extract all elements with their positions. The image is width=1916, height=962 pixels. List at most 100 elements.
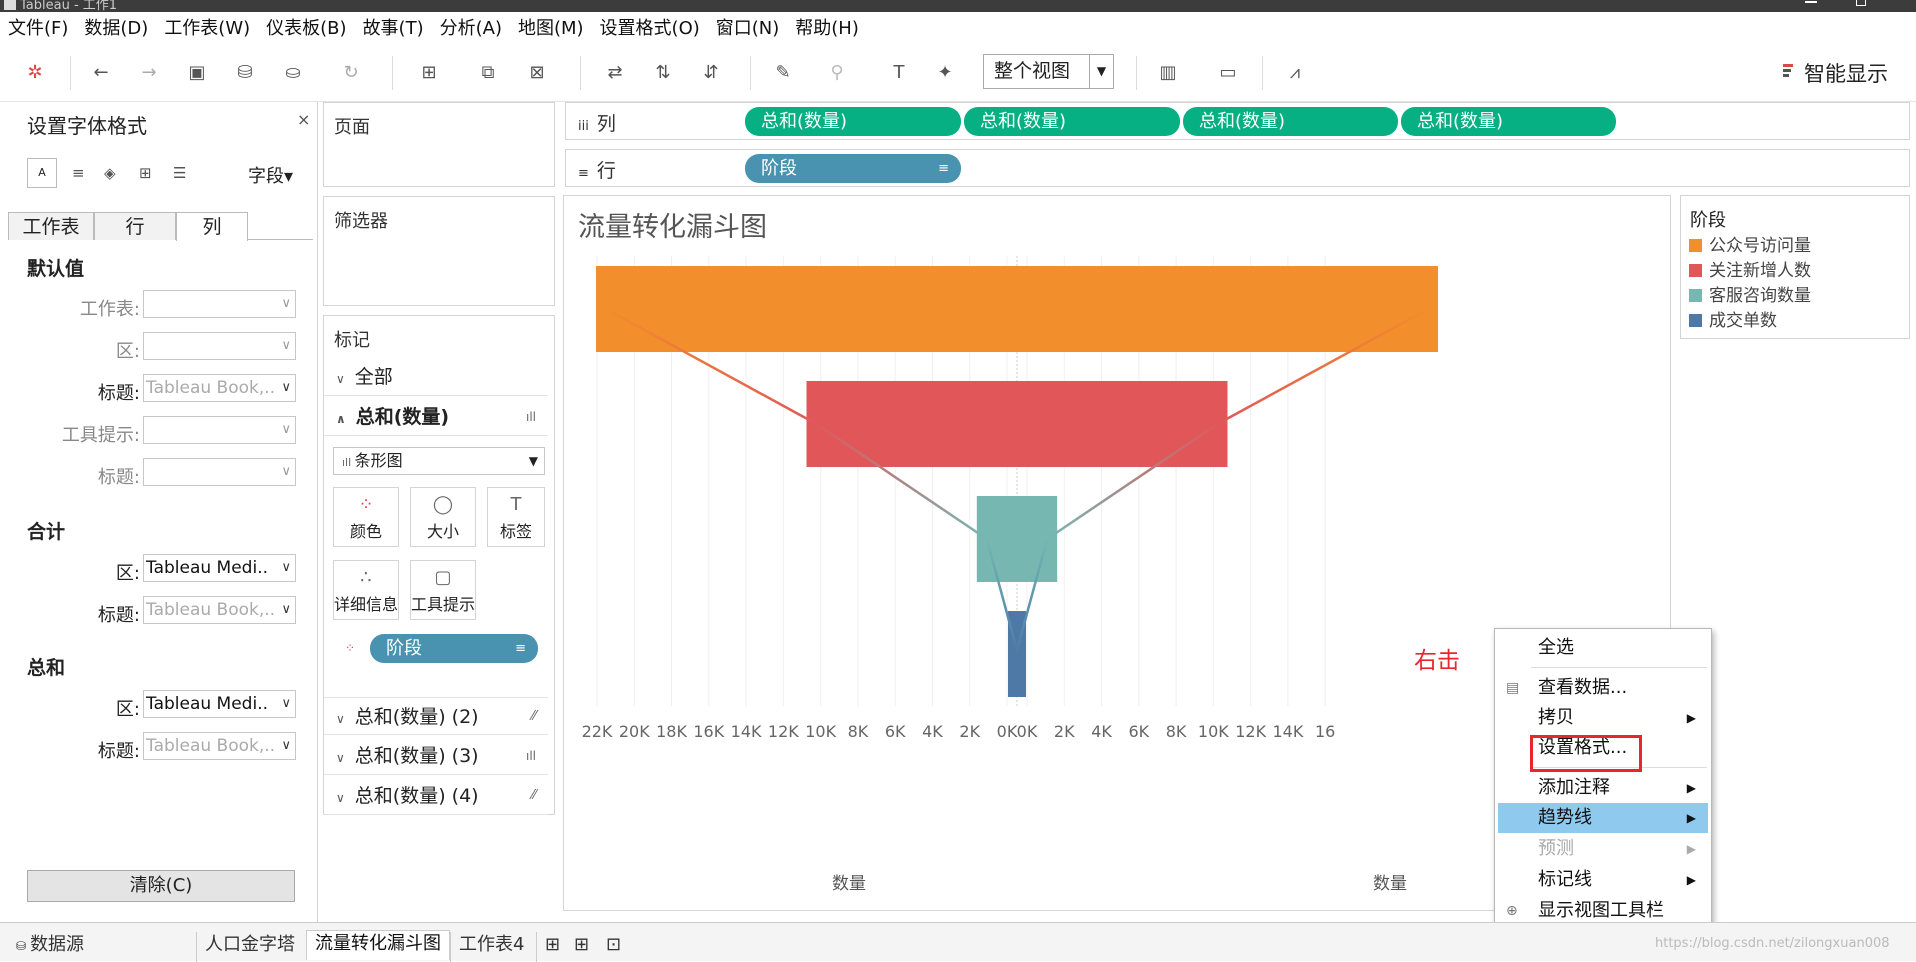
- borders-icon[interactable]: ⊞: [139, 164, 152, 182]
- new-story-icon[interactable]: ⊡: [598, 932, 629, 962]
- header-font-dropdown[interactable]: Tableau Book,.. ∨: [143, 374, 296, 402]
- shading-icon[interactable]: ◈: [104, 164, 116, 182]
- x-tick-label: 2K: [1054, 722, 1075, 741]
- filters-shelf[interactable]: 筛选器: [323, 196, 555, 306]
- color-button[interactable]: ⁘ 颜色: [333, 487, 399, 547]
- close-icon[interactable]: ×: [297, 110, 310, 129]
- chevron-down-icon: ▼: [1089, 55, 1113, 88]
- tooltip-button[interactable]: ▢ 工具提示: [410, 560, 476, 620]
- pane-font-dropdown[interactable]: ∨: [143, 332, 296, 360]
- marks-sum2-row[interactable]: ∨ 总和(数量) (2) ⁄⁄: [324, 697, 548, 735]
- redo-icon[interactable]: →: [136, 60, 162, 86]
- sum-header-dropdown[interactable]: Tableau Book,.. ∨: [143, 732, 296, 760]
- menu-analysis[interactable]: 分析(A): [440, 14, 502, 40]
- menu-item-view-data[interactable]: ▤ 查看数据...: [1498, 673, 1708, 703]
- legend-title: 阶段: [1690, 210, 1726, 231]
- marks-sum4-row[interactable]: ∨ 总和(数量) (4) ⁄⁄: [324, 777, 548, 815]
- lines-icon[interactable]: ☰: [173, 164, 186, 182]
- maximize-icon[interactable]: [1856, 0, 1866, 6]
- menu-format[interactable]: 设置格式(O): [600, 14, 700, 40]
- toolbar-separator: [392, 56, 393, 90]
- menu-item-forecast[interactable]: 预测 ▶: [1498, 834, 1708, 864]
- field-dropdown[interactable]: 字段▾: [248, 162, 293, 188]
- marks-stage-pill[interactable]: 阶段 ≡: [370, 634, 538, 663]
- chart-icon[interactable]: ▥: [1155, 60, 1181, 86]
- fit-dropdown[interactable]: 整个视图 ▼: [983, 54, 1114, 89]
- mark-type-dropdown[interactable]: ıll 条形图 ▼: [333, 447, 545, 475]
- menu-help[interactable]: 帮助(H): [795, 14, 859, 40]
- tab-population-pyramid[interactable]: 人口金字塔: [196, 932, 303, 962]
- pages-shelf[interactable]: 页面: [323, 102, 555, 187]
- refresh-icon[interactable]: ↻: [338, 60, 364, 86]
- font-format-icon[interactable]: A: [27, 158, 57, 188]
- tab-funnel-chart[interactable]: 流量转化漏斗图: [306, 930, 450, 960]
- tab-sheet4[interactable]: 工作表4: [450, 932, 532, 962]
- pause-update-icon[interactable]: ⛀: [280, 60, 306, 86]
- tab-columns[interactable]: 列: [176, 212, 248, 241]
- dropdown-value: Tableau Book,..: [146, 600, 276, 620]
- menu-item-select-all[interactable]: 全选: [1498, 633, 1708, 663]
- marks-sum3-row[interactable]: ∨ 总和(数量) (3) ıll: [324, 737, 548, 775]
- menu-item-copy[interactable]: 拷贝 ▶: [1498, 703, 1708, 733]
- presentation-icon[interactable]: ▭: [1215, 60, 1241, 86]
- total-pane-dropdown[interactable]: Tableau Medi.. ∨: [143, 554, 296, 582]
- worksheet-font-dropdown[interactable]: ∨: [143, 290, 296, 318]
- new-sheet-icon[interactable]: ⊞: [416, 60, 442, 86]
- clear-button[interactable]: 清除(C): [27, 870, 295, 902]
- legend-item[interactable]: 客服咨询数量: [1689, 286, 1811, 306]
- menu-file[interactable]: 文件(F): [8, 14, 68, 40]
- menu-item-annotate[interactable]: 添加注释 ▶: [1498, 773, 1708, 803]
- highlight-icon[interactable]: ✎: [770, 60, 796, 86]
- menu-map[interactable]: 地图(M): [518, 14, 584, 40]
- marks-sum1-row[interactable]: ∧ 总和(数量) ıll: [324, 398, 548, 436]
- group-icon[interactable]: ⚲: [824, 60, 850, 86]
- tab-worksheet[interactable]: 工作表: [8, 212, 94, 240]
- share-icon[interactable]: ⩘: [1282, 60, 1308, 86]
- menu-item-trend-lines[interactable]: 趋势线 ▶: [1498, 803, 1708, 833]
- menu-dashboard[interactable]: 仪表板(B): [266, 14, 346, 40]
- sort-descending-icon[interactable]: ⇵: [698, 60, 724, 86]
- legend-item[interactable]: 成交单数: [1689, 311, 1777, 331]
- menu-story[interactable]: 故事(T): [363, 14, 424, 40]
- new-datasource-icon[interactable]: ⛁: [232, 60, 258, 86]
- alignment-icon[interactable]: ≡: [72, 164, 85, 182]
- tab-rows[interactable]: 行: [94, 212, 176, 240]
- save-icon[interactable]: ▣: [184, 60, 210, 86]
- legend-item[interactable]: 公众号访问量: [1689, 236, 1811, 256]
- toolbar-separator: [1136, 56, 1137, 90]
- bar-chart-icon: ıll: [342, 456, 355, 469]
- label-button[interactable]: T 标签: [487, 487, 545, 547]
- x-axis-label-right: 数量: [1373, 874, 1407, 894]
- duplicate-sheet-icon[interactable]: ⧉: [475, 60, 501, 86]
- title-font-dropdown[interactable]: ∨: [143, 458, 296, 486]
- column-pill-2[interactable]: 总和(数量): [964, 107, 1180, 136]
- menu-worksheet[interactable]: 工作表(W): [164, 14, 250, 40]
- smart-display-button[interactable]: 智能显示: [1780, 58, 1888, 88]
- new-dashboard-icon[interactable]: ⊞: [566, 932, 597, 962]
- clear-sheet-icon[interactable]: ⊠: [524, 60, 550, 86]
- marks-all-row[interactable]: ∨ 全部: [324, 358, 548, 396]
- size-button[interactable]: ◯ 大小: [410, 487, 476, 547]
- total-header-dropdown[interactable]: Tableau Book,.. ∨: [143, 596, 296, 624]
- pin-icon[interactable]: ✦: [932, 60, 958, 86]
- column-pill-3[interactable]: 总和(数量): [1183, 107, 1398, 136]
- menu-item-reference-lines[interactable]: 标记线 ▶: [1498, 865, 1708, 895]
- detail-button[interactable]: ∴ 详细信息: [333, 560, 399, 620]
- new-worksheet-icon[interactable]: ⊞: [536, 932, 568, 962]
- tab-data-source[interactable]: ⛁ 数据源: [8, 932, 92, 962]
- sort-ascending-icon[interactable]: ⇅: [650, 60, 676, 86]
- legend-item[interactable]: 关注新增人数: [1689, 261, 1811, 281]
- swap-axes-icon[interactable]: ⇄: [602, 60, 628, 86]
- minimize-icon[interactable]: [1805, 1, 1817, 3]
- label-icon[interactable]: T: [886, 60, 912, 86]
- column-pill-1[interactable]: 总和(数量): [745, 107, 961, 136]
- toolbar: ✲ ← → ▣ ⛁ ⛀ ↻ ⊞ ⧉ ⊠ ⇄ ⇅ ⇵ ✎ ⚲ T ✦ ▥ ▭ ⩘: [0, 42, 1916, 102]
- menu-window[interactable]: 窗口(N): [716, 14, 780, 40]
- column-pill-4[interactable]: 总和(数量): [1401, 107, 1616, 136]
- row-stage-pill[interactable]: 阶段 ≡: [745, 154, 961, 183]
- undo-icon[interactable]: ←: [88, 60, 114, 86]
- tooltip-font-dropdown[interactable]: ∨: [143, 416, 296, 444]
- sum-pane-dropdown[interactable]: Tableau Medi.. ∨: [143, 690, 296, 718]
- tableau-logo-icon[interactable]: ✲: [22, 60, 48, 86]
- menu-data[interactable]: 数据(D): [84, 14, 148, 40]
